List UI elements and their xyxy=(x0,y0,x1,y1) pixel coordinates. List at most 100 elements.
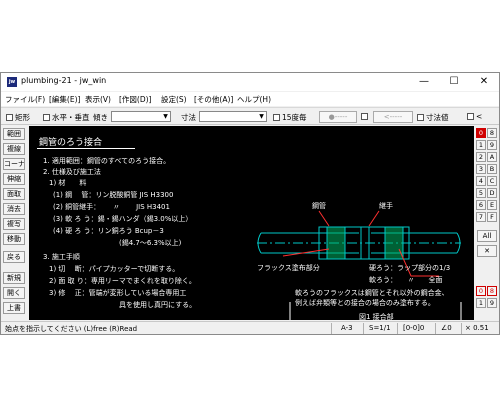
layer-group-4[interactable]: 4 xyxy=(476,176,486,186)
layer-group-b[interactable]: B xyxy=(487,164,497,174)
hv-checkbox[interactable]: 水平・垂直 xyxy=(43,112,90,123)
tool-move[interactable]: 移動 xyxy=(3,233,25,245)
chevron-down-icon: ▼ xyxy=(259,113,264,120)
chevron-down-icon: ▼ xyxy=(163,113,168,120)
tool-range[interactable]: 範囲 xyxy=(3,128,25,140)
lt-checkbox[interactable]: < xyxy=(467,112,482,121)
layer-group-9[interactable]: 9 xyxy=(487,140,497,150)
minimize-button[interactable]: — xyxy=(409,73,439,91)
dimval-label: 寸法値 xyxy=(426,113,449,122)
angle-label: 傾き xyxy=(93,113,108,122)
menu-edit[interactable]: [編集(E)] xyxy=(49,94,80,105)
label-pipe: 鋼管 xyxy=(312,202,326,210)
dimval-checkbox[interactable]: 寸法値 xyxy=(417,112,449,123)
arrow-button[interactable]: <----- xyxy=(373,111,413,123)
dim-combo[interactable]: ▼ xyxy=(199,111,267,122)
status-divider xyxy=(363,323,364,334)
tool-overwrite[interactable]: 上書 xyxy=(3,302,25,314)
status-angle[interactable]: ∠0 xyxy=(441,324,452,332)
status-bar: 始点を指示してください (L)free (R)Read A-3 S=1/1 [0… xyxy=(1,321,499,334)
close-button[interactable]: ✕ xyxy=(469,73,499,91)
drawing-canvas[interactable]: 鋼管のろう接合 1. 適用範囲：鋼管のすべてのろう接合。 2. 仕様及び施工法 … xyxy=(29,126,474,320)
layer-x-button[interactable]: ✕ xyxy=(477,245,497,257)
status-divider xyxy=(397,323,398,334)
menu-help[interactable]: ヘルプ(H) xyxy=(237,94,271,105)
menu-other[interactable]: [その他(A)] xyxy=(194,94,233,105)
status-divider xyxy=(435,323,436,334)
status-divider xyxy=(331,323,332,334)
dimval-checkbox-box xyxy=(417,114,424,121)
hv-label: 水平・垂直 xyxy=(52,113,90,122)
leader-line xyxy=(368,210,380,227)
status-zoom[interactable]: × 0.51 xyxy=(465,324,489,332)
layer-9[interactable]: 9 xyxy=(487,298,497,308)
deg15-label: 15度毎 xyxy=(282,113,307,122)
rect-checkbox-box xyxy=(6,114,13,121)
tool-chamfer[interactable]: 面取 xyxy=(3,188,25,200)
figure-caption: 図1 接合部 xyxy=(359,313,394,320)
hv-checkbox-box xyxy=(43,114,50,121)
deg15-checkbox[interactable]: 15度毎 xyxy=(273,112,307,123)
dim-label: 寸法 xyxy=(181,113,196,122)
menu-settings[interactable]: 設定(S) xyxy=(161,94,187,105)
layer-8[interactable]: 8 xyxy=(487,286,497,296)
layer-group-5[interactable]: 5 xyxy=(476,188,486,198)
tool-erase[interactable]: 消去 xyxy=(3,203,25,215)
leader-line xyxy=(318,210,330,227)
status-message: 始点を指示してください (L)free (R)Read xyxy=(5,325,138,333)
flux-left xyxy=(326,226,346,260)
rect-checkbox[interactable]: 矩形 xyxy=(6,112,30,123)
tool-new[interactable]: 新規 xyxy=(3,272,25,284)
maximize-button[interactable]: ☐ xyxy=(439,73,469,91)
layer-group-d[interactable]: D xyxy=(487,188,497,198)
layer-group-3[interactable]: 3 xyxy=(476,164,486,174)
status-layer[interactable]: [0-0]0 xyxy=(403,324,424,332)
label-hard-solder: 硬ろう：ラップ部分の1/3 xyxy=(369,264,451,272)
menu-view[interactable]: 表示(V) xyxy=(85,94,111,105)
title-bar: jw plumbing-21 - jw_win — ☐ ✕ xyxy=(1,73,499,91)
layer-group-a[interactable]: A xyxy=(487,152,497,162)
status-divider xyxy=(461,323,462,334)
menu-file[interactable]: ファイル(F) xyxy=(5,94,45,105)
menu-draw[interactable]: [作図(D)] xyxy=(119,94,151,105)
jw-win-window: jw plumbing-21 - jw_win — ☐ ✕ ファイル(F) [編… xyxy=(0,72,500,335)
tool-corner[interactable]: コーナー xyxy=(3,158,25,170)
layer-group-8[interactable]: 8 xyxy=(487,128,497,138)
menu-bar: ファイル(F) [編集(E)] 表示(V) [作図(D)] 設定(S) [その他… xyxy=(1,92,499,106)
point-button[interactable]: ●----- xyxy=(319,111,357,123)
toolbar: 矩形 水平・垂直 傾き ▼ 寸法 ▼ 15度毎 ●----- <----- 寸法… xyxy=(1,107,499,125)
layer-group-7[interactable]: 7 xyxy=(476,212,486,222)
lt-label: < xyxy=(476,112,483,121)
status-paper[interactable]: A-3 xyxy=(341,324,353,332)
layer-all-button[interactable]: All xyxy=(477,230,497,242)
angle-combo[interactable]: ▼ xyxy=(111,111,171,122)
tool-offset[interactable]: 複線 xyxy=(3,143,25,155)
rect-label: 矩形 xyxy=(15,113,30,122)
window-title: plumbing-21 - jw_win xyxy=(21,76,107,85)
tool-stretch[interactable]: 伸縮 xyxy=(3,173,25,185)
status-scale[interactable]: S=1/1 xyxy=(369,324,391,332)
label-flux: フラックス塗布部分 xyxy=(257,264,320,272)
label-soft-solder: 軟ろう： 〃 全面 xyxy=(369,276,443,284)
layer-group-6[interactable]: 6 xyxy=(476,200,486,210)
layer-group-c[interactable]: C xyxy=(487,176,497,186)
layer-group-1[interactable]: 1 xyxy=(476,140,486,150)
right-layer-panel: 0 8 1 9 2 A 3 B 4 C 5 D 6 E 7 F All ✕ 0 … xyxy=(475,126,499,320)
app-icon: jw xyxy=(7,77,17,87)
lt-checkbox-box xyxy=(467,113,474,120)
layer-group-f[interactable]: F xyxy=(487,212,497,222)
layer-group-0[interactable]: 0 xyxy=(476,128,486,138)
layer-group-e[interactable]: E xyxy=(487,200,497,210)
note-line-2: 例えば弁類等との接合の場合のみ塗布する。 xyxy=(295,299,435,307)
tool-undo[interactable]: 戻る xyxy=(3,251,25,263)
layer-group-2[interactable]: 2 xyxy=(476,152,486,162)
arrow-checkbox-box xyxy=(361,113,368,120)
tool-open[interactable]: 開く xyxy=(3,287,25,299)
note-line-1: 軟ろうのフラックスは鋼管とそれ以外の鋼合金、 xyxy=(295,289,449,297)
flux-right xyxy=(384,226,404,260)
layer-0[interactable]: 0 xyxy=(476,286,486,296)
layer-1[interactable]: 1 xyxy=(476,298,486,308)
arrow-checkbox[interactable] xyxy=(361,112,370,121)
deg15-checkbox-box xyxy=(273,114,280,121)
tool-copy[interactable]: 複写 xyxy=(3,218,25,230)
